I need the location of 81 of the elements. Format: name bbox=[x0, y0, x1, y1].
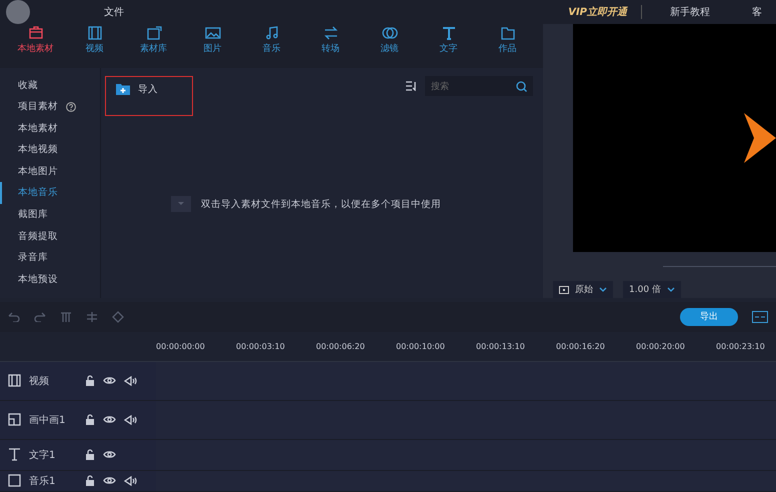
unlock-icon[interactable] bbox=[85, 475, 95, 486]
folder-plus-icon bbox=[116, 83, 130, 96]
search-icon[interactable] bbox=[516, 80, 527, 92]
eye-icon[interactable] bbox=[103, 415, 116, 424]
sidebar-item[interactable]: 项目素材 bbox=[0, 96, 58, 118]
menu-item[interactable]: 文件 bbox=[104, 5, 124, 20]
delete-icon[interactable] bbox=[60, 312, 72, 322]
unlock-icon[interactable] bbox=[85, 414, 95, 426]
film-icon bbox=[86, 26, 102, 40]
category-tab[interactable]: 音乐 bbox=[242, 26, 301, 66]
screen-icon bbox=[559, 286, 569, 294]
music-note-icon bbox=[264, 26, 280, 40]
speed-dropdown[interactable]: 1.00 倍 bbox=[623, 281, 681, 298]
category-tab[interactable]: 视频 bbox=[65, 26, 124, 66]
category-tab[interactable]: 作品 bbox=[478, 26, 537, 66]
category-tab[interactable]: 图片 bbox=[183, 26, 242, 66]
time-label: 00:00:00:00 bbox=[156, 342, 206, 351]
category-tab[interactable]: 本地素材 bbox=[6, 26, 65, 66]
export-button[interactable]: 导出 bbox=[680, 308, 738, 326]
speaker-icon[interactable] bbox=[124, 376, 137, 386]
fit-screen-icon[interactable] bbox=[752, 310, 768, 323]
vip-link[interactable]: VIP立即开通 bbox=[554, 5, 642, 20]
split-icon[interactable] bbox=[86, 312, 98, 322]
track-name: 文字1 bbox=[29, 448, 56, 462]
header-link[interactable]: 客 bbox=[738, 5, 776, 20]
caret-icon bbox=[666, 287, 675, 292]
sidebar-item[interactable]: 录音库 bbox=[0, 246, 48, 269]
sidebar-item[interactable]: 收藏 bbox=[0, 74, 38, 96]
caret-icon bbox=[599, 287, 607, 292]
unlock-icon[interactable] bbox=[85, 449, 95, 460]
picture-in-picture-icon bbox=[8, 413, 21, 426]
category-tab[interactable]: 文字 bbox=[419, 26, 478, 66]
sidebar-item[interactable]: 本地音乐 bbox=[0, 182, 58, 204]
track-name: 画中画1 bbox=[29, 414, 66, 427]
box-icon bbox=[28, 26, 44, 40]
folder-icon bbox=[500, 26, 516, 40]
text-icon bbox=[440, 26, 456, 40]
sidebar-item[interactable]: 截图库 bbox=[0, 204, 48, 226]
search-field[interactable]: 搜索 bbox=[425, 76, 533, 96]
unlock-icon[interactable] bbox=[85, 375, 95, 386]
track-name: 视频 bbox=[29, 374, 50, 388]
sidebar-item[interactable]: 本地视频 bbox=[0, 138, 58, 161]
sidebar-item[interactable]: 本地预设 bbox=[0, 268, 58, 290]
eye-icon[interactable] bbox=[103, 376, 116, 386]
category-tab[interactable]: 转场 bbox=[301, 26, 360, 66]
empty-folder-icon bbox=[171, 196, 191, 212]
eye-icon[interactable] bbox=[103, 476, 116, 486]
ratio-dropdown[interactable]: 原始 bbox=[553, 281, 613, 298]
time-label: 00:00:06:20 bbox=[316, 342, 366, 351]
sidebar-item[interactable]: 本地图片 bbox=[0, 160, 58, 182]
sidebar-item[interactable]: 本地素材 bbox=[0, 117, 58, 139]
header-link[interactable]: 新手教程 bbox=[656, 5, 724, 20]
overlapping-circles-icon bbox=[382, 26, 398, 40]
text-icon bbox=[8, 448, 21, 462]
time-label: 00:00:23:10 bbox=[716, 342, 766, 351]
category-tab[interactable]: 滤镜 bbox=[360, 26, 419, 66]
import-button[interactable]: 导入 bbox=[105, 76, 193, 116]
speaker-icon[interactable] bbox=[124, 476, 137, 486]
eye-icon[interactable] bbox=[103, 450, 116, 460]
undo-icon[interactable] bbox=[8, 312, 20, 322]
logo-icon bbox=[744, 113, 776, 164]
film-icon bbox=[8, 374, 21, 388]
time-label: 00:00:10:00 bbox=[396, 342, 446, 351]
time-label: 00:00:03:10 bbox=[236, 342, 286, 351]
time-label: 00:00:16:20 bbox=[556, 342, 606, 351]
speaker-icon[interactable] bbox=[124, 414, 137, 425]
time-label: 00:00:20:00 bbox=[636, 342, 686, 351]
avatar bbox=[6, 0, 30, 24]
swap-arrows-icon bbox=[322, 26, 338, 40]
category-tab[interactable]: 素材库 bbox=[124, 26, 183, 66]
sidebar-item[interactable]: 音频提取 bbox=[0, 225, 58, 247]
music-track-icon bbox=[8, 474, 21, 488]
marker-icon[interactable] bbox=[112, 310, 124, 323]
help-icon[interactable] bbox=[66, 102, 76, 112]
image-icon bbox=[204, 26, 220, 40]
sort-icon[interactable] bbox=[406, 81, 417, 92]
track-name: 音乐1 bbox=[29, 474, 56, 488]
media-library-icon bbox=[146, 26, 162, 40]
time-label: 00:00:13:10 bbox=[476, 342, 526, 351]
redo-icon[interactable] bbox=[34, 312, 46, 322]
empty-message: 双击导入素材文件到本地音乐，以便在多个项目中使用 bbox=[201, 198, 441, 211]
